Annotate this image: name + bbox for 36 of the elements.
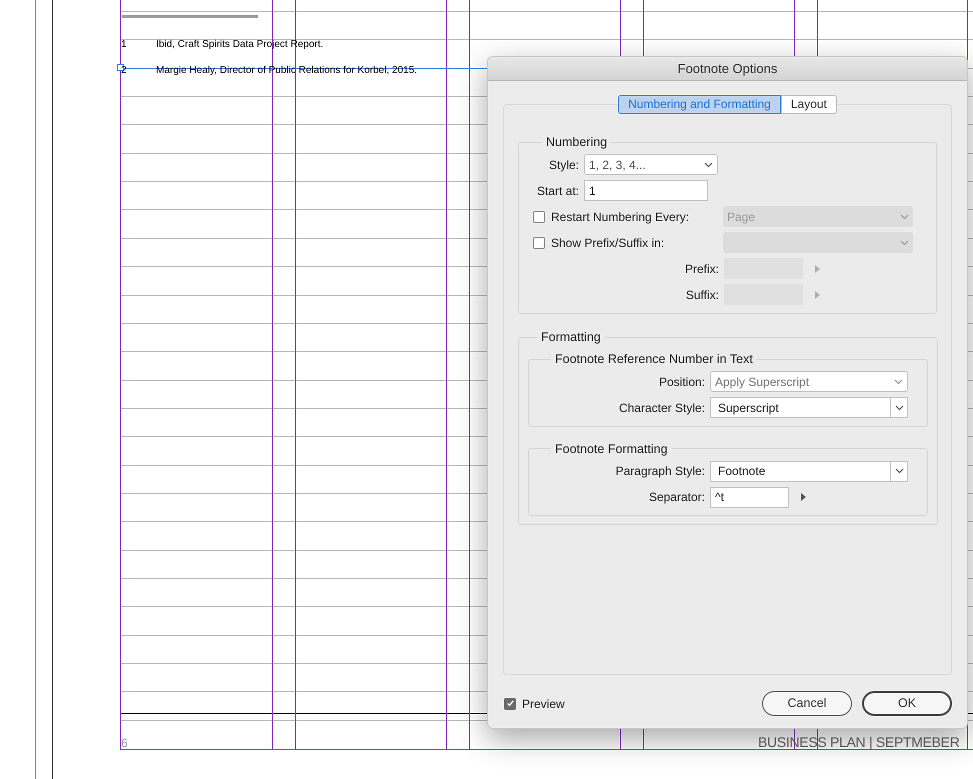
page-number: 6	[121, 736, 128, 750]
chevron-icon	[900, 214, 909, 220]
field-label: Position:	[658, 374, 706, 390]
ok-button[interactable]: OK	[862, 691, 952, 716]
combo-box[interactable]: Superscript	[710, 397, 908, 418]
group-title: Footnote Reference Number in Text	[554, 350, 754, 368]
field-label: Start at:	[536, 182, 580, 200]
field-label: Paragraph Style:	[614, 463, 706, 480]
combo-box[interactable]: Footnote	[710, 460, 908, 482]
field-label: Prefix:	[684, 260, 720, 278]
field-label: Character Style:	[618, 400, 706, 416]
chevron-icon	[894, 468, 904, 474]
chevron-icon	[894, 378, 903, 384]
chevron-icon	[894, 404, 904, 410]
field-label: Show Prefix/Suffix in:	[551, 234, 666, 252]
field-label: Separator:	[648, 489, 706, 506]
input-field[interactable]: ^t	[710, 486, 789, 508]
tab[interactable]: Layout	[780, 95, 837, 114]
cancel-button[interactable]: Cancel	[762, 691, 852, 716]
checkbox-label: Preview	[522, 696, 565, 712]
input-field[interactable]: 1	[584, 180, 708, 202]
chevron-icon	[704, 162, 713, 168]
footnote-number: 1	[121, 39, 127, 51]
checkbox[interactable]	[533, 236, 545, 249]
checkbox[interactable]	[504, 698, 516, 710]
field-label: Suffix:	[684, 286, 720, 304]
field-label: Restart Numbering Every:	[551, 208, 690, 226]
group-title: Formatting	[540, 329, 602, 346]
chevron-icon	[900, 240, 909, 246]
group-title: Footnote Formatting	[554, 440, 669, 458]
dropdown[interactable]: 1, 2, 3, 4...	[584, 154, 718, 176]
checkbox[interactable]	[533, 210, 545, 223]
triangle-right-icon[interactable]	[801, 493, 806, 502]
field-label: Style:	[548, 156, 580, 174]
dialog-title: Footnote Options	[678, 60, 778, 78]
group-title: Numbering	[545, 134, 608, 151]
